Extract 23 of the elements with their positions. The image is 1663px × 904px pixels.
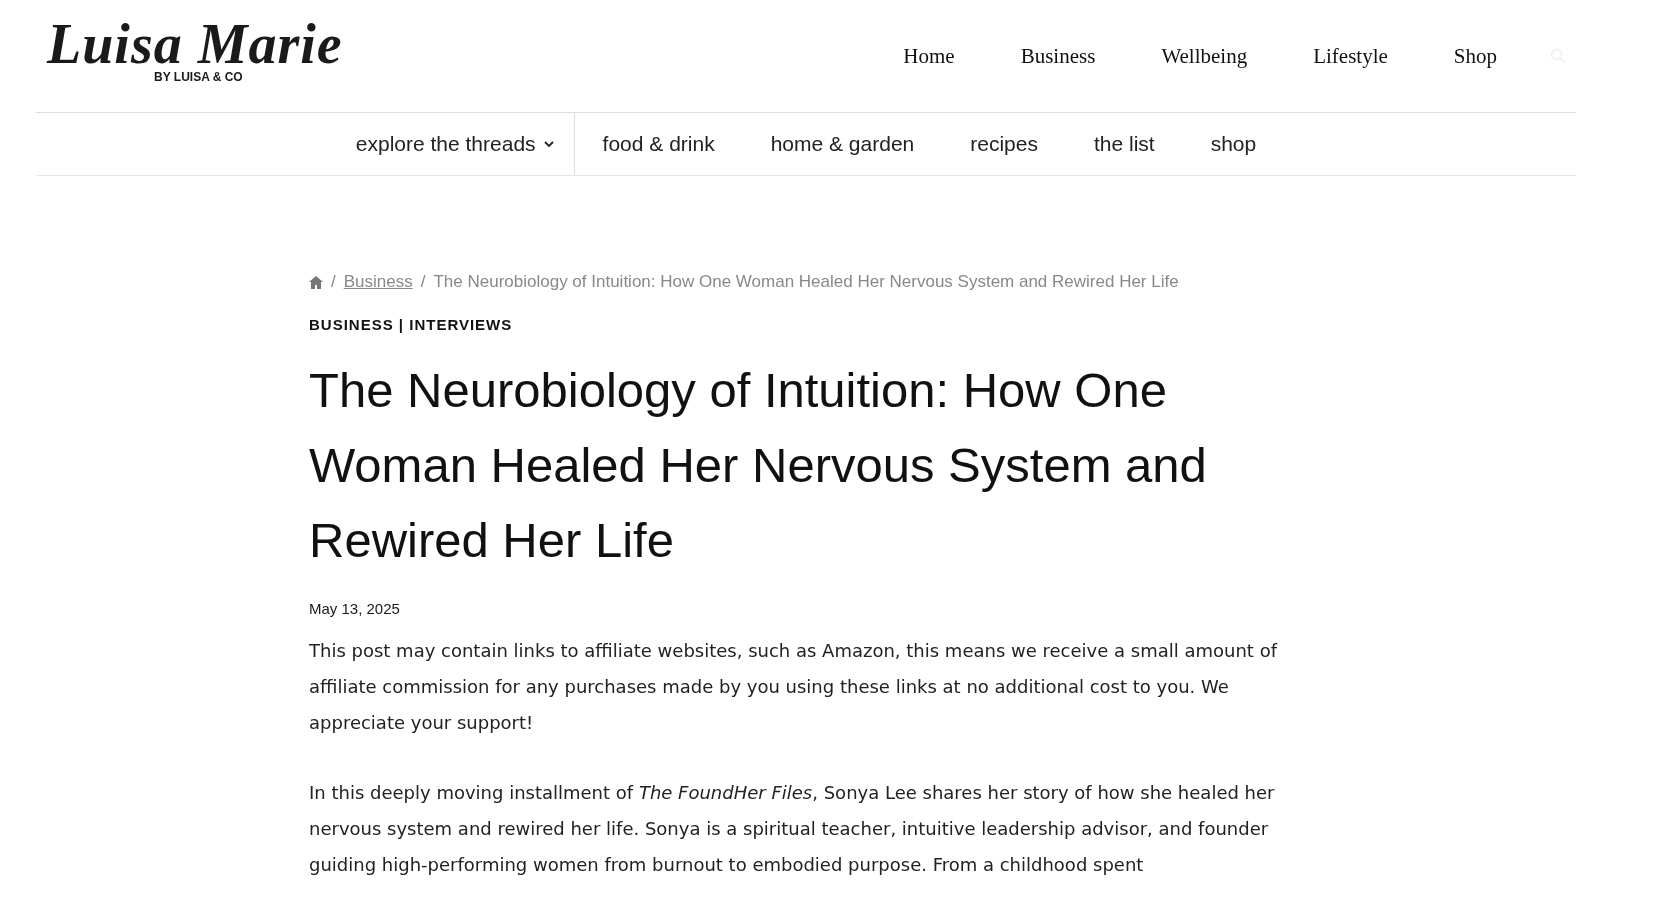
paragraph: In this deeply moving installment of The FoundHer Files, Sonya Lee shares her story of how she healed her nervous system and rewired her life. Sonya is a spiritual teacher, intuitive leadership advisor, and founder guiding high-performing women from burnout to embodied purpose. From a childhood spent [309, 781, 1276, 877]
menu-link[interactable]: recipes [942, 113, 1066, 175]
nav-link[interactable]: Lifestyle [1280, 43, 1421, 69]
menu-link[interactable]: shop [1182, 113, 1285, 175]
breadcrumb-link[interactable]: Business [343, 272, 413, 292]
post-date: May 13, 2025 [309, 600, 401, 617]
menu-link[interactable]: the list [1065, 113, 1183, 175]
breadcrumb-current: The Neurobiology of Intuition: How One Woman Healed Her Nervous System and Rewired Her Life [433, 272, 1179, 292]
menu-link[interactable]: home & garden [742, 113, 943, 175]
nav-link[interactable]: Wellbeing [1128, 43, 1281, 69]
category-label: BUSINESS | INTERVIEWS [309, 316, 514, 333]
paragraph: This post may contain links to affiliate websites, such as Amazon, this means we receive a small amount of affiliate commission for any purchases made by you using these links at no additional cost to you. We appreciate your support! [309, 639, 1279, 735]
nav-link[interactable]: Home [870, 43, 988, 69]
breadcrumb-separator: / [420, 272, 426, 292]
logo-subtitle: BY LUISA & CO [154, 70, 243, 84]
breadcrumb-separator: / [331, 272, 336, 292]
menu-link[interactable]: food & drink [574, 113, 743, 175]
nav-link[interactable]: Business [987, 43, 1129, 69]
article-title: The Neurobiology of Intuition: How One Woman Healed Her Nervous System and Rewired Her Life [309, 362, 1208, 569]
logo-title[interactable]: Luisa Marie [47, 16, 343, 72]
nav-link[interactable]: Shop [1420, 43, 1530, 69]
menu-link[interactable]: explore the threads [327, 113, 575, 175]
home-icon[interactable] [309, 275, 323, 289]
